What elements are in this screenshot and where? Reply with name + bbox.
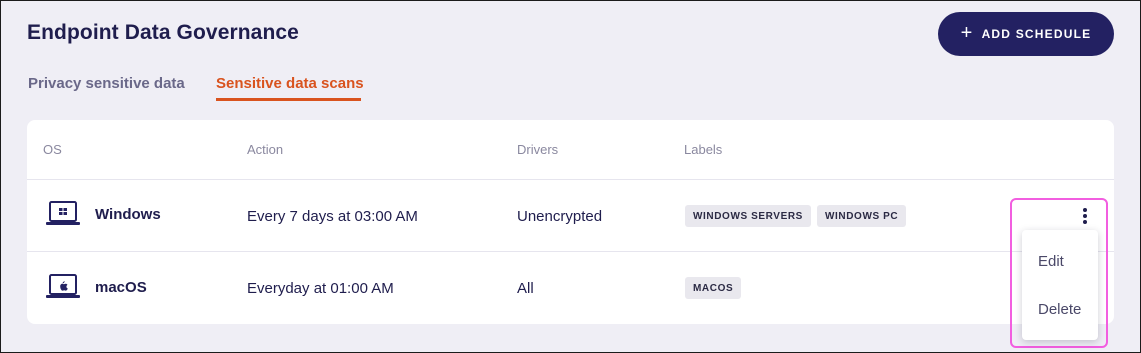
action-cell: Every 7 days at 03:00 AM — [247, 208, 418, 225]
column-header-drivers: Drivers — [517, 142, 559, 157]
add-schedule-label: ADD SCHEDULE — [981, 27, 1092, 41]
add-schedule-button[interactable]: + ADD SCHEDULE — [938, 12, 1114, 56]
tab-sensitive-data-scans[interactable]: Sensitive data scans — [216, 75, 364, 92]
drivers-cell: Unencrypted — [517, 208, 603, 225]
menu-item-edit[interactable]: Edit — [1038, 253, 1064, 270]
schedules-table: OS Action Drivers Labels Windows Every 7… — [27, 120, 1114, 324]
plus-icon: + — [960, 22, 974, 44]
windows-laptop-icon — [46, 201, 80, 225]
drivers-cell: All — [517, 280, 534, 297]
action-cell: Everyday at 01:00 AM — [247, 280, 394, 297]
menu-item-delete[interactable]: Delete — [1038, 301, 1081, 318]
label-chip: WINDOWS SERVERS — [685, 205, 811, 227]
column-header-labels: Labels — [684, 142, 723, 157]
row-actions-menu: Edit Delete — [1022, 230, 1098, 340]
os-name: macOS — [95, 279, 147, 296]
more-options-icon[interactable] — [1079, 208, 1091, 226]
table-row[interactable]: Windows Every 7 days at 03:00 AM Unencry… — [27, 180, 1114, 250]
tab-privacy-sensitive-data[interactable]: Privacy sensitive data — [28, 75, 185, 92]
page-title: Endpoint Data Governance — [27, 21, 299, 44]
active-tab-indicator — [216, 98, 361, 101]
column-header-os: OS — [43, 142, 62, 157]
label-chip: WINDOWS PC — [817, 205, 907, 227]
apple-laptop-icon — [46, 274, 80, 298]
table-row[interactable]: macOS Everyday at 01:00 AM All MACOS — [27, 252, 1114, 322]
label-chip: MACOS — [685, 277, 742, 299]
os-name: Windows — [95, 206, 161, 223]
column-header-action: Action — [247, 142, 284, 157]
